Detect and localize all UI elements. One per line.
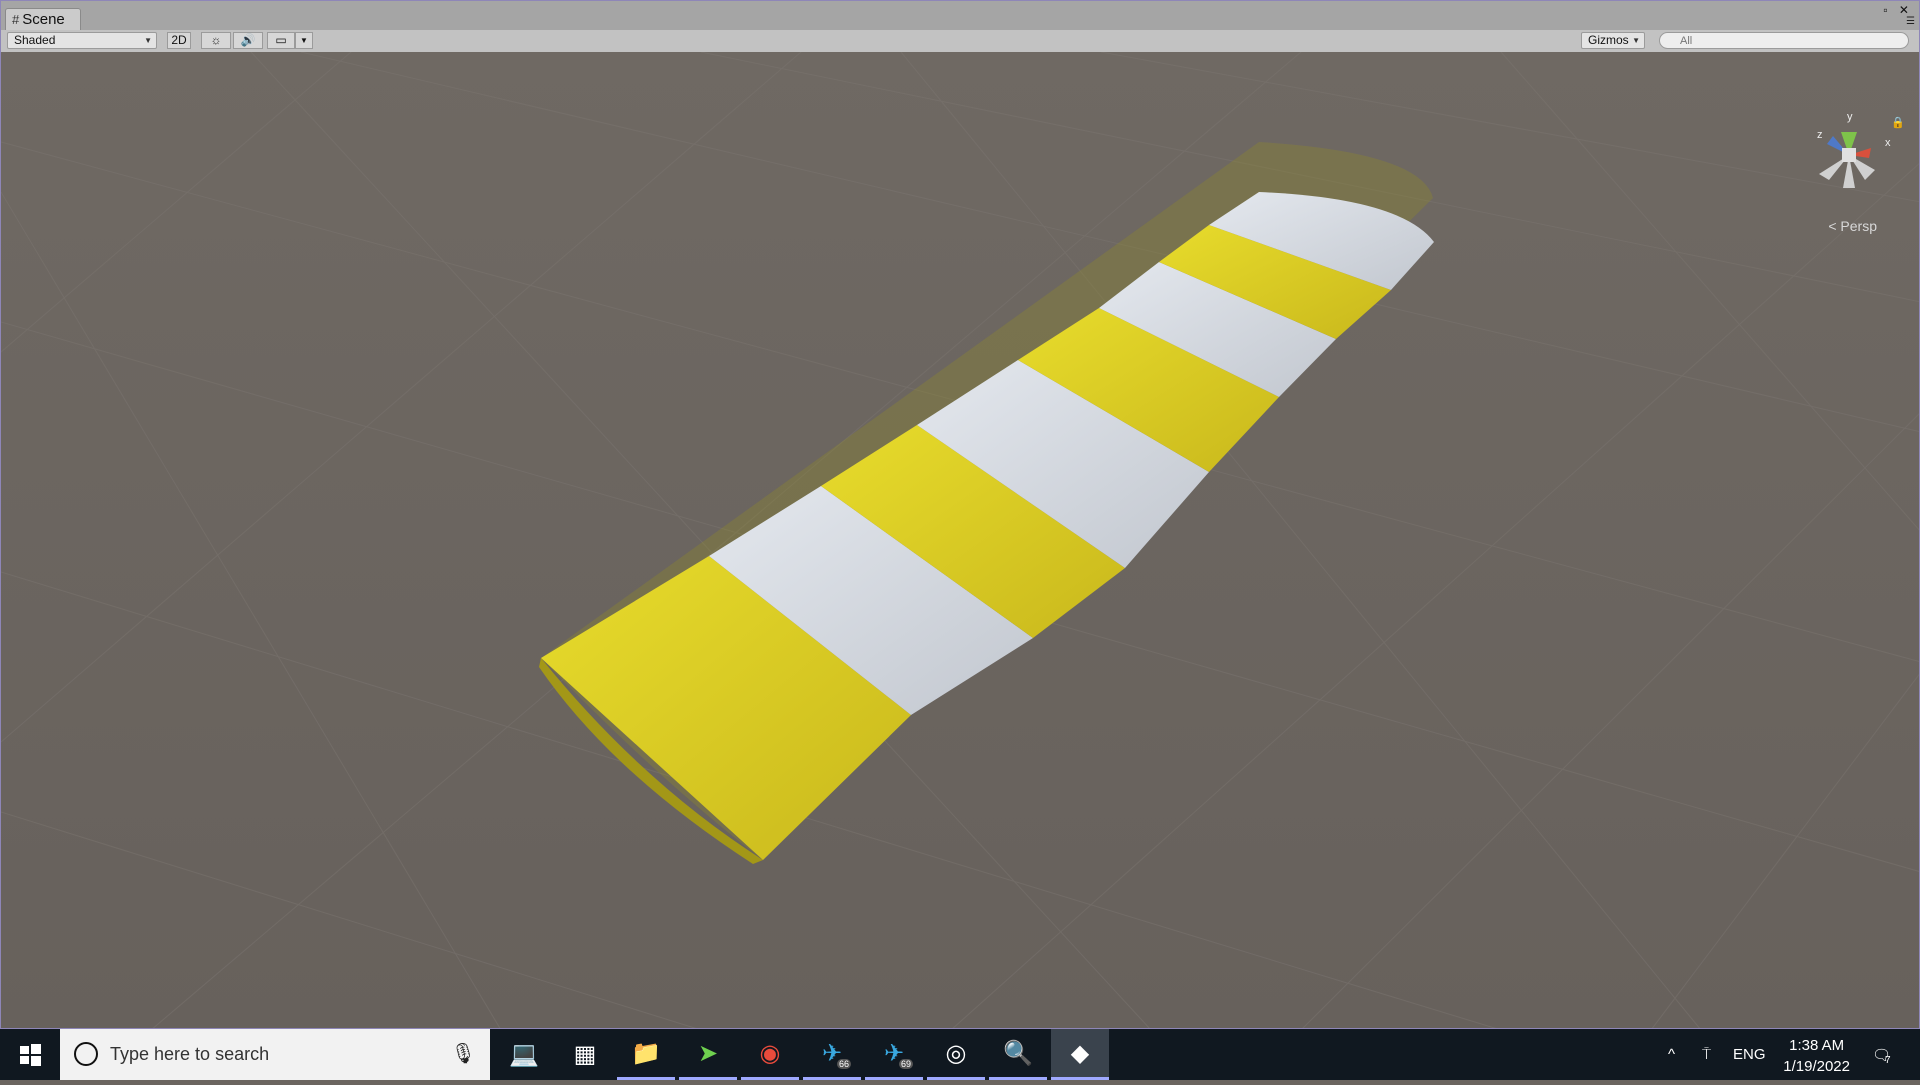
taskbar-app-calculator[interactable]: ▦ — [556, 1029, 614, 1080]
folder-icon: 📁 — [631, 1039, 661, 1067]
effects-toggle-button[interactable]: ▭ — [267, 32, 295, 49]
shading-mode-dropdown[interactable]: Shaded ▼ — [7, 32, 157, 49]
projection-toggle[interactable]: < Persp — [1828, 218, 1877, 234]
effects-dropdown-button[interactable]: ▼ — [295, 32, 313, 49]
orientation-gizmo[interactable]: y x z — [1799, 110, 1899, 200]
hierarchy-search-input[interactable] — [1659, 32, 1909, 49]
taskbar-clock[interactable]: 1:38 AM 1/19/2022 — [1783, 1035, 1850, 1077]
taskbar-app-send[interactable]: ➤ — [679, 1029, 737, 1080]
magnifier-icon: 🔍 — [1003, 1039, 1033, 1067]
clock-date: 1/19/2022 — [1783, 1058, 1850, 1075]
gizmo-y-label: y — [1847, 111, 1853, 123]
gizmos-label: Gizmos — [1588, 33, 1629, 47]
windows-taskbar: Type here to search 🎙 💻 ▦ 📁 ➤ ◉ ✈ 66 ✈ 6… — [0, 1029, 1920, 1080]
terminal-app-icon: 💻 — [509, 1041, 539, 1068]
tab-bar: # Scene ▫ ✕ ☰ — [1, 1, 1919, 30]
audio-toggle-button[interactable]: 🔊 — [233, 32, 263, 49]
taskbar-app-unity[interactable]: ◆ — [1051, 1029, 1109, 1080]
gizmo-x-label: x — [1885, 137, 1891, 149]
chevron-down-icon: ▼ — [144, 36, 152, 45]
notification-count: 7 — [1885, 1055, 1891, 1066]
scene-window: # Scene ▫ ✕ ☰ Shaded ▼ 2D ☼ 🔊 ▭ ▼ Gizmos ▼ … — [0, 0, 1920, 1029]
taskbar-app-terminal[interactable]: 💻 — [495, 1029, 553, 1080]
windows-logo-icon — [20, 1044, 41, 1066]
clock-time: 1:38 AM — [1789, 1037, 1845, 1054]
tab-scene[interactable]: # Scene — [5, 8, 81, 30]
scene-toolbar: Shaded▼ 2D ☼ 🔊 ▭ ▼ Gizmos▼ ⚲ — [1, 30, 1919, 53]
unity-icon: ◆ — [1070, 1039, 1090, 1067]
cortana-icon — [74, 1042, 98, 1066]
scene-viewport[interactable]: 🔒 y x z < Persp — [1, 51, 1920, 1029]
chevron-down-icon: ▼ — [300, 36, 308, 45]
grid-icon: # — [12, 12, 20, 27]
speaker-icon: 🔊 — [240, 33, 256, 47]
taskbar-search-box[interactable]: Type here to search 🎙 — [60, 1029, 490, 1080]
taskbar-app-chrome[interactable]: ◉ — [741, 1029, 799, 1080]
taskbar-search-placeholder: Type here to search — [110, 1044, 270, 1064]
scene-canvas[interactable] — [1, 51, 1920, 1029]
gizmos-dropdown[interactable]: Gizmos ▼ — [1581, 32, 1645, 49]
taskbar-app-file-explorer[interactable]: 📁 — [617, 1029, 675, 1080]
projection-label: Persp — [1840, 218, 1877, 234]
network-icon[interactable]: ⍑ — [1702, 1029, 1711, 1080]
taskbar-app-telegram-1[interactable]: ✈ 66 — [803, 1029, 861, 1080]
lighting-toggle-button[interactable]: ☼ — [201, 32, 231, 49]
taskbar-app-obs[interactable]: ◎ — [927, 1029, 985, 1080]
notification-badge: 66 — [836, 1059, 851, 1069]
action-center-icon[interactable]: 🗨 7 — [1872, 1029, 1891, 1080]
shading-mode-value: Shaded — [14, 33, 56, 47]
window-controls[interactable]: ▫ ✕ — [1883, 3, 1913, 17]
image-icon: ▭ — [275, 33, 287, 47]
send-icon: ➤ — [697, 1039, 719, 1067]
start-button[interactable] — [0, 1029, 60, 1080]
obs-icon: ◎ — [945, 1039, 967, 1067]
sun-icon: ☼ — [210, 33, 222, 47]
calculator-icon: ▦ — [573, 1041, 597, 1068]
tab-scene-label: Scene — [22, 11, 65, 28]
chrome-icon: ◉ — [759, 1039, 781, 1067]
tray-overflow-chevron-icon[interactable]: ^ — [1668, 1029, 1675, 1080]
language-indicator[interactable]: ENG — [1733, 1029, 1766, 1080]
taskbar-app-telegram-2[interactable]: ✈ 69 — [865, 1029, 923, 1080]
window-menu-icon[interactable]: ☰ — [1906, 16, 1915, 27]
taskbar-app-search-tool[interactable]: 🔍 — [989, 1029, 1047, 1080]
notification-badge: 69 — [898, 1059, 913, 1069]
chevron-down-icon: ▼ — [1632, 36, 1640, 45]
gizmo-z-label: z — [1817, 129, 1823, 141]
microphone-icon[interactable]: 🎙 — [451, 1041, 476, 1066]
toggle-2d-button[interactable]: 2D — [167, 32, 191, 49]
